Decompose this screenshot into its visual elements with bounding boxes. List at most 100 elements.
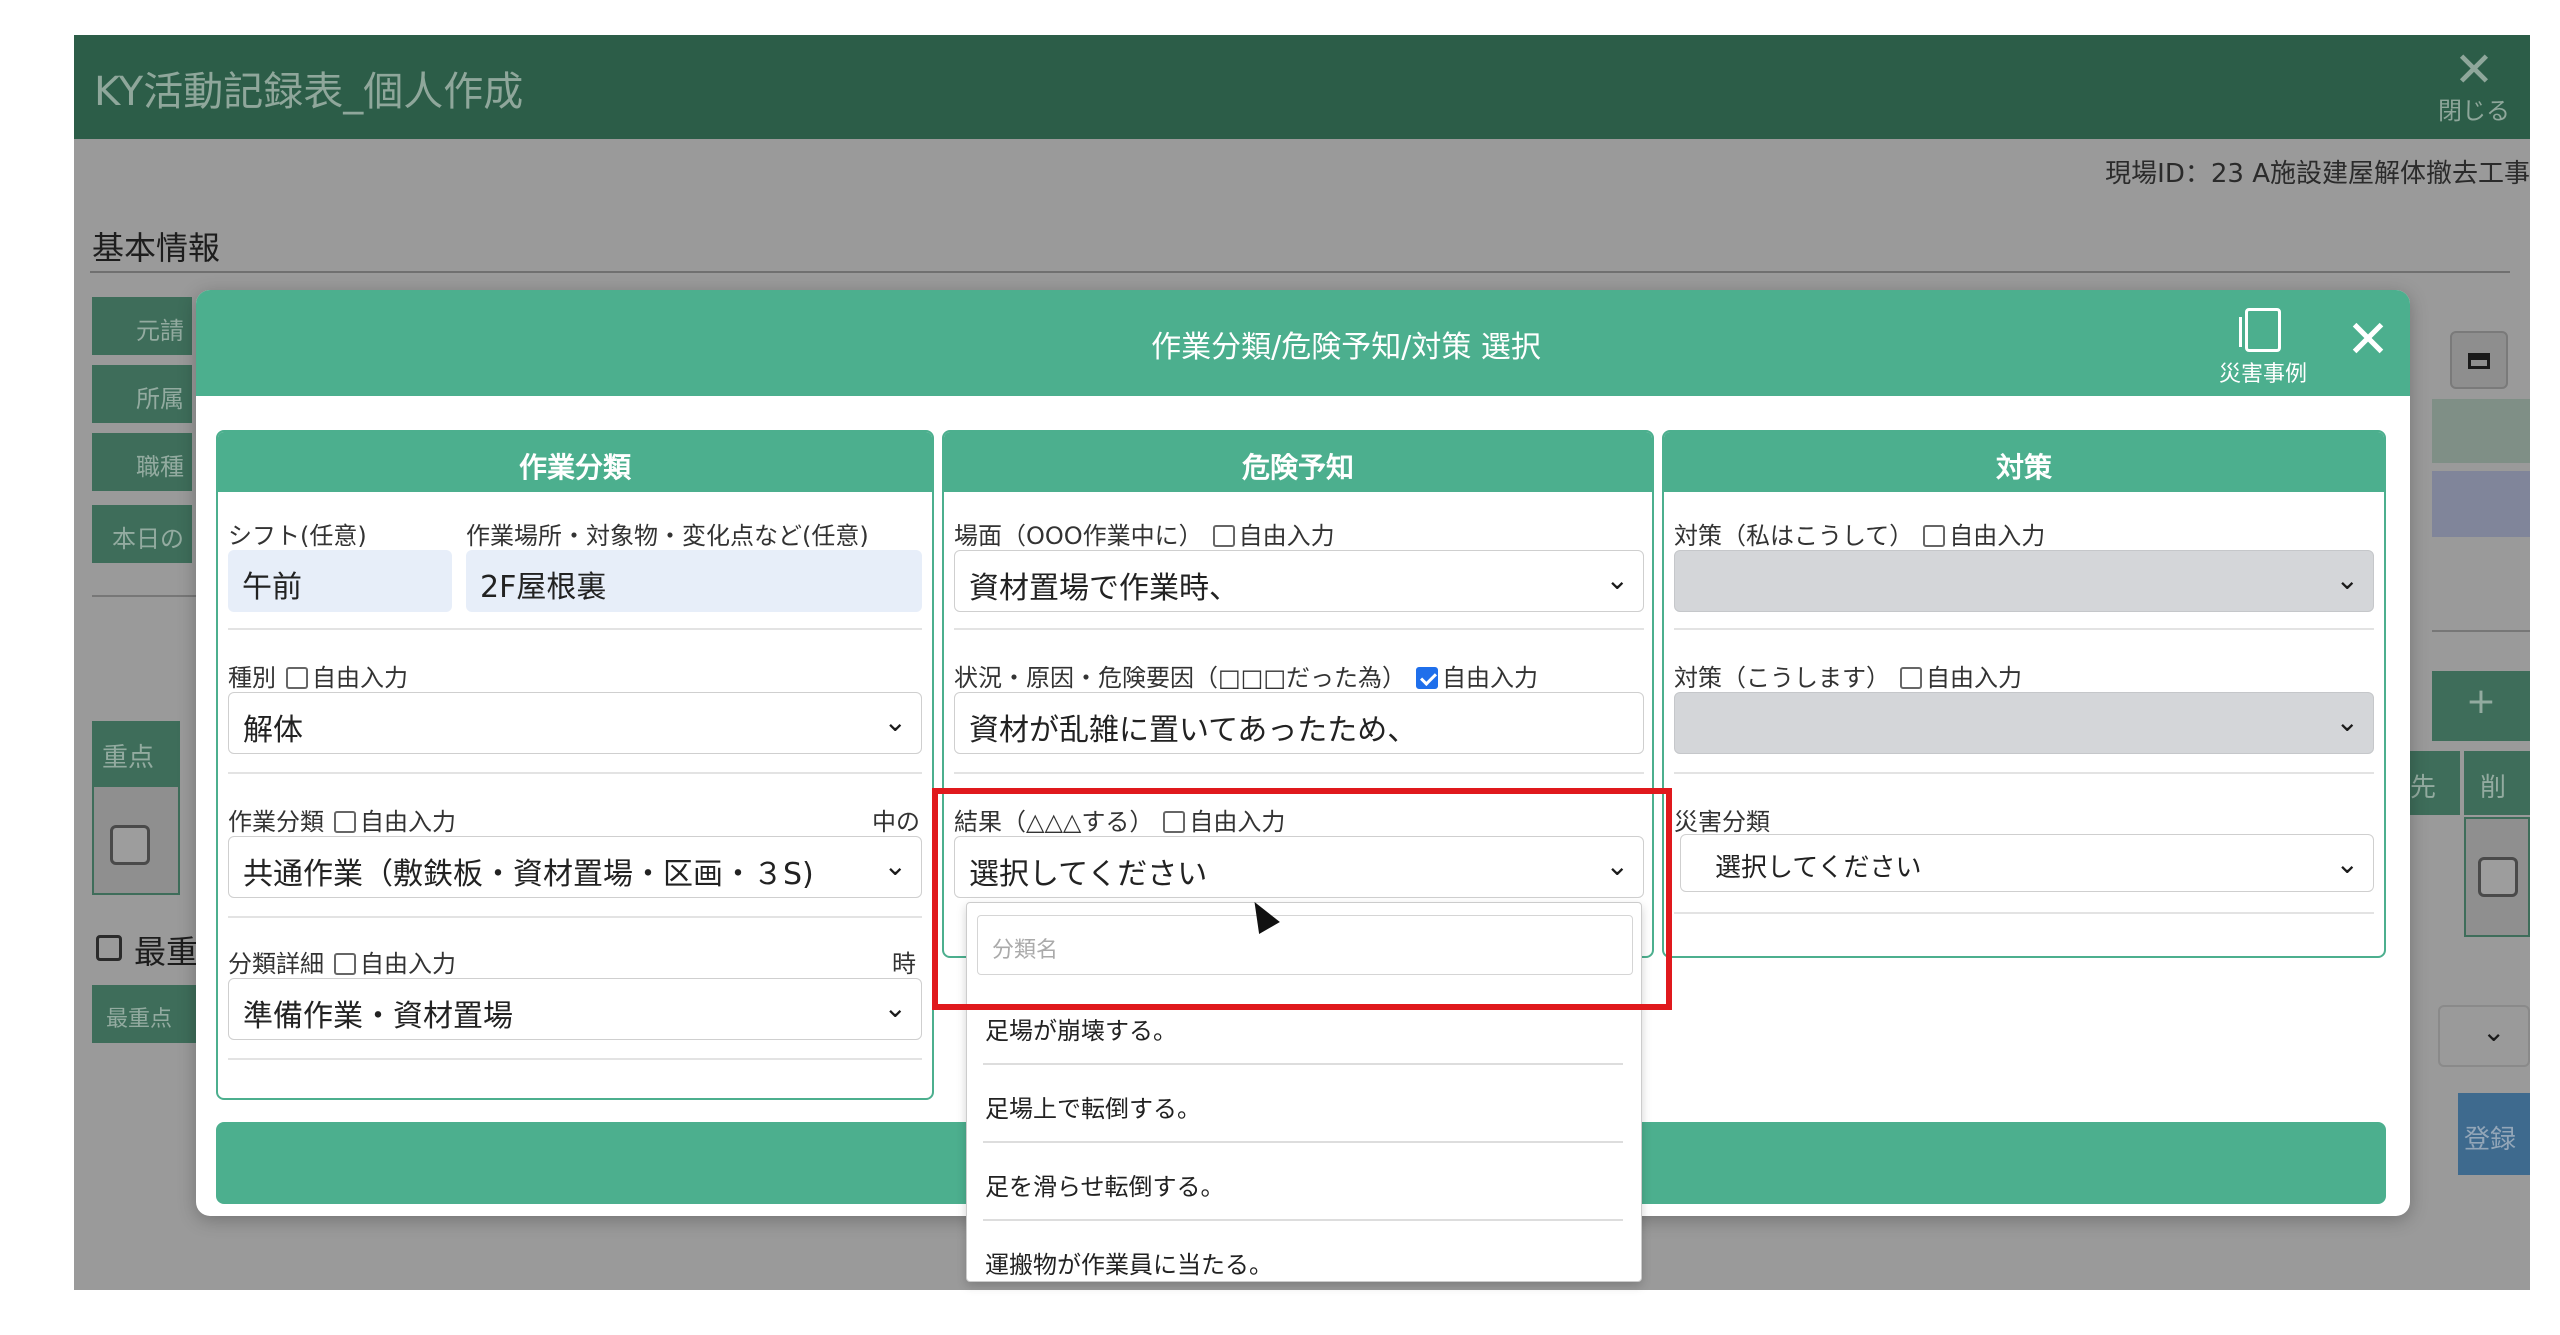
- delete-checkbox[interactable]: [2478, 857, 2518, 897]
- scene-free-checkbox[interactable]: [1212, 525, 1235, 547]
- category-label-text: 作業分類: [228, 808, 324, 836]
- shift-label: シフト(任意): [228, 522, 367, 550]
- row-checkbox[interactable]: [110, 825, 150, 865]
- place-label: 作業場所・対象物・変化点など(任意): [466, 522, 869, 550]
- divider: [1674, 912, 2374, 914]
- add-row-button[interactable]: +: [2432, 671, 2530, 741]
- divider: [2432, 630, 2530, 632]
- cause-label-text: 状況・原因・危険要因（□□□だった為）: [954, 664, 1407, 692]
- disaster-case-label: 災害事例: [2218, 362, 2307, 387]
- close-icon: ✕: [2453, 42, 2495, 98]
- chevron-down-icon: ⌄: [1605, 849, 1629, 882]
- shift-input[interactable]: 午前: [228, 550, 452, 612]
- measure2-label: 対策（こうします） 自由入力: [1674, 658, 2022, 693]
- column-header-work: 作業分類: [218, 432, 932, 492]
- detail-label-text: 分類詳細: [228, 950, 324, 978]
- divider: [92, 595, 212, 597]
- disaster-case-button[interactable]: 災害事例: [2208, 308, 2318, 388]
- measure2-select[interactable]: ⌄: [1674, 692, 2374, 754]
- measure2-free-checkbox[interactable]: [1900, 667, 1922, 689]
- column-countermeasure: 対策 対策（私はこうして） 自由入力 ⌄ 対策（こうします） 自由入力 ⌄ 災害分類…: [1662, 430, 2386, 958]
- cause-free-label: 自由入力: [1442, 664, 1539, 692]
- cause-free-checkbox[interactable]: [1416, 667, 1439, 689]
- measure1-label: 対策（私はこうして） 自由入力: [1674, 516, 2045, 551]
- app-title: KY活動記録表_個人作成: [94, 69, 524, 115]
- cause-label: 状況・原因・危険要因（□□□だった為） 自由入力: [954, 658, 1538, 693]
- chevron-down-icon: ⌄: [2335, 847, 2359, 880]
- detail-select-value: 準備作業・資材置場: [243, 999, 513, 1034]
- divider: [954, 772, 1644, 774]
- scene-select[interactable]: 資材置場で作業時、 ⌄: [954, 550, 1644, 612]
- type-select[interactable]: 解体 ⌄: [228, 692, 922, 754]
- field-label-contractor: 元請: [92, 297, 192, 355]
- field-label-today: 本日の: [92, 505, 192, 563]
- field-band: [2432, 399, 2530, 463]
- category-select[interactable]: 共通作業（敷鉄板・資材置場・区画・３S) ⌄: [228, 836, 922, 898]
- column-header-measure: 対策: [1664, 432, 2384, 492]
- close-icon[interactable]: ✕: [2340, 314, 2396, 370]
- type-select-value: 解体: [243, 713, 303, 748]
- type-free-checkbox[interactable]: [286, 667, 308, 689]
- modal-title: 作業分類/危険予知/対策 選択: [1151, 330, 1541, 365]
- column-header-danger: 危険予知: [944, 432, 1652, 492]
- field-band: [2432, 471, 2530, 537]
- measure1-label-text: 対策（私はこうして）: [1674, 522, 1914, 550]
- disaster-select[interactable]: 選択してください ⌄: [1680, 834, 2374, 892]
- cause-input[interactable]: 資材が乱雑に置いてあったため、: [954, 692, 1644, 754]
- scene-label: 場面（OOO作業中に） 自由入力: [954, 516, 1335, 551]
- most-important-checkbox[interactable]: [96, 935, 122, 961]
- section-title-basic-info: 基本情報: [92, 229, 221, 267]
- category-select-value: 共通作業（敷鉄板・資材置場・区画・３S): [243, 857, 814, 892]
- close-app-button[interactable]: ✕ 閉じる: [2434, 43, 2514, 131]
- table-header-first: 先: [2402, 751, 2460, 815]
- dropdown-search-input[interactable]: 分類名: [977, 915, 1633, 975]
- type-label-text: 種別: [228, 664, 276, 692]
- category-label: 作業分類 自由入力: [228, 802, 456, 837]
- field-label-job: 職種: [92, 433, 192, 491]
- screen: KY活動記録表_個人作成 ✕ 閉じる 現場ID：23 A施設建屋解体撤去工事 基…: [0, 0, 2560, 1335]
- detail-suffix: 時: [892, 950, 916, 978]
- section-divider: [90, 271, 2510, 273]
- chevron-down-icon: ⌄: [2335, 563, 2359, 596]
- most-important-label: 最重: [134, 933, 199, 971]
- chevron-down-icon: ⌄: [1605, 563, 1629, 596]
- field-label-affiliation: 所属: [92, 365, 192, 423]
- category-suffix: 中の: [872, 808, 920, 836]
- divider: [228, 1058, 922, 1060]
- result-select[interactable]: 選択してください ⌄: [954, 836, 1644, 898]
- calendar-icon: [2468, 353, 2490, 369]
- selection-modal: 作業分類/危険予知/対策 選択 災害事例 ✕ 作業分類 シフト(任意) 作業場所…: [196, 290, 2410, 1282]
- scene-select-value: 資材置場で作業時、: [969, 571, 1239, 606]
- chevron-down-icon: ⌄: [2335, 705, 2359, 738]
- dropdown-option[interactable]: 足場上で転倒する。: [967, 1065, 1641, 1143]
- dropdown-option[interactable]: 運搬物が作業員に当たる。: [967, 1221, 1641, 1281]
- column-work-category: 作業分類 シフト(任意) 作業場所・対象物・変化点など(任意) 午前 2F屋根裏…: [216, 430, 934, 1100]
- measure1-select[interactable]: ⌄: [1674, 550, 2374, 612]
- measure1-free-checkbox[interactable]: [1923, 525, 1946, 547]
- register-button[interactable]: 登録: [2458, 1093, 2530, 1175]
- dropdown-option[interactable]: 足を滑らせ転倒する。: [967, 1143, 1641, 1221]
- detail-free-checkbox[interactable]: [334, 953, 356, 975]
- detail-free-label: 自由入力: [360, 950, 456, 978]
- dropdown-option[interactable]: 足場が崩壊する。: [967, 987, 1641, 1065]
- category-free-checkbox[interactable]: [334, 811, 356, 833]
- scene-free-label: 自由入力: [1238, 522, 1335, 550]
- app-header: KY活動記録表_個人作成 ✕ 閉じる: [74, 35, 2530, 139]
- most-important-button[interactable]: 最重点: [92, 985, 200, 1043]
- measure2-label-text: 対策（こうします）: [1674, 664, 1890, 692]
- detail-label: 分類詳細 自由入力: [228, 944, 456, 979]
- result-dropdown-list: 分類名 足場が崩壊する。 足場上で転倒する。 足を滑らせ転倒する。 運搬物が作業…: [966, 902, 1642, 1282]
- result-free-checkbox[interactable]: [1163, 811, 1186, 833]
- place-input[interactable]: 2F屋根裏: [466, 550, 922, 612]
- type-label: 種別 自由入力: [228, 658, 408, 693]
- result-label-text: 結果（△△△する）: [954, 808, 1154, 836]
- disaster-select-value: 選択してください: [1715, 853, 1922, 883]
- category-free-label: 自由入力: [360, 808, 456, 836]
- divider: [228, 916, 922, 918]
- column-danger-prediction: 危険予知 場面（OOO作業中に） 自由入力 資材置場で作業時、 ⌄ 状況・原因・危険…: [942, 430, 1654, 958]
- detail-select[interactable]: 準備作業・資材置場 ⌄: [228, 978, 922, 1040]
- table-header-priority: 重点: [92, 721, 180, 785]
- divider: [1674, 772, 2374, 774]
- disaster-label: 災害分類: [1674, 808, 1770, 836]
- type-free-label: 自由入力: [312, 664, 408, 692]
